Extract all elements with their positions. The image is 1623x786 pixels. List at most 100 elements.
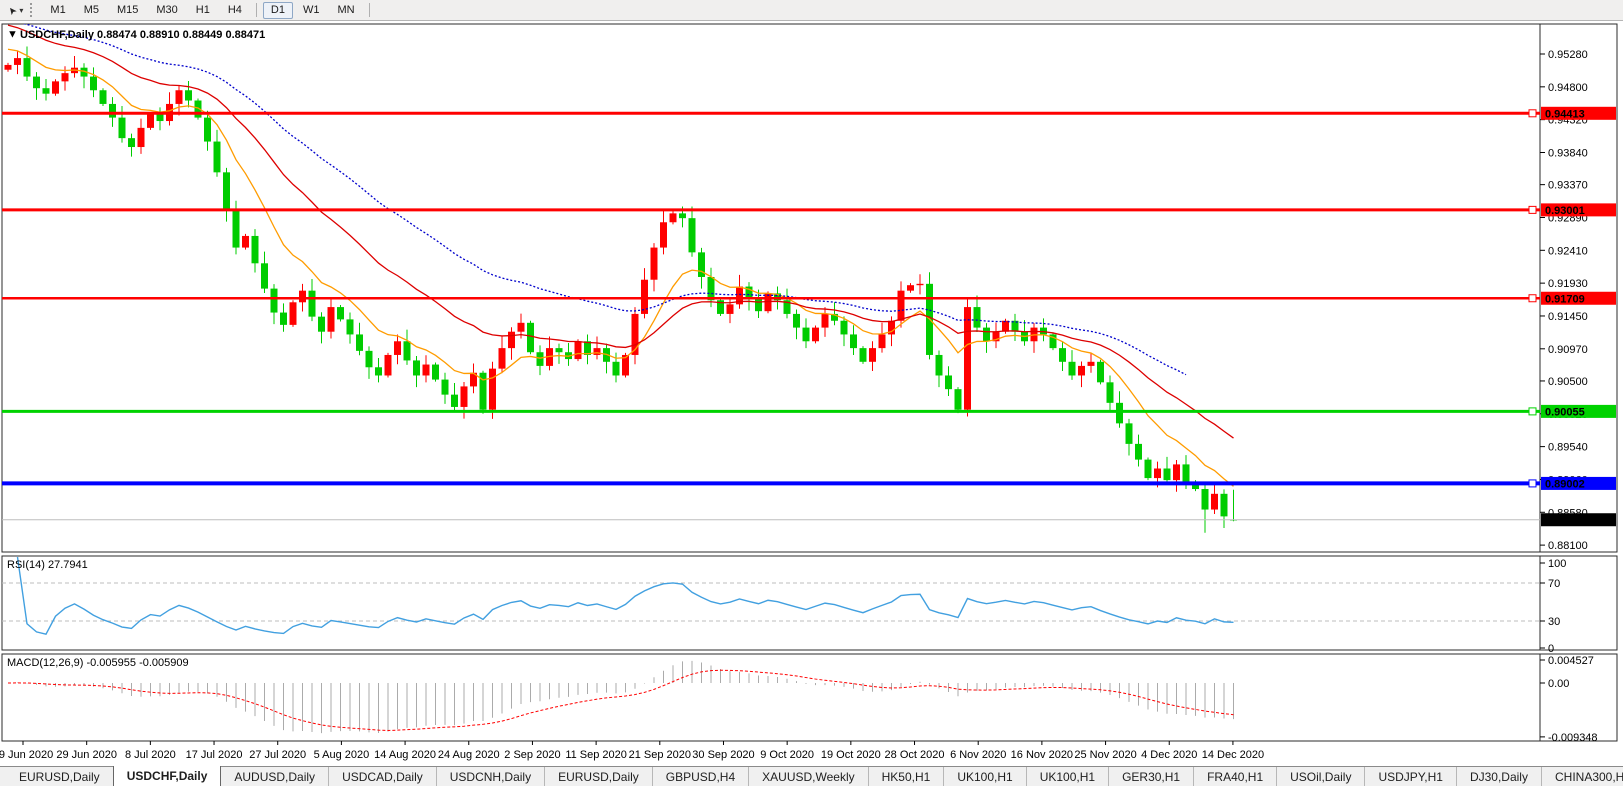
date-tick: 2 Sep 2020 — [504, 749, 560, 761]
macd-tick: 0.004527 — [1548, 655, 1594, 667]
ma-medium-red — [8, 25, 1234, 438]
ma-fast-orange — [8, 49, 1234, 486]
tab-usdcnh-daily[interactable]: USDCNH,Daily — [436, 767, 544, 786]
price-tick: 0.88100 — [1548, 540, 1588, 552]
tab-ger30-h1[interactable]: GER30,H1 — [1108, 767, 1193, 786]
price-tick: 0.94800 — [1548, 82, 1588, 94]
price-tick: 0.89540 — [1548, 442, 1588, 454]
hline-handle[interactable] — [1529, 110, 1536, 117]
rsi-tick: 100 — [1548, 558, 1566, 570]
rsi-tick: 70 — [1548, 578, 1560, 590]
price-tick: 0.90970 — [1548, 344, 1588, 356]
tab-hk50-h1[interactable]: HK50,H1 — [868, 767, 944, 786]
macd-tick: -0.009348 — [1548, 732, 1598, 744]
tab-uk100-h1[interactable]: UK100,H1 — [943, 767, 1025, 786]
hline-price-label: 0.89002 — [1545, 478, 1585, 490]
hline-handle[interactable] — [1529, 295, 1536, 302]
rsi-tick: 0 — [1548, 643, 1554, 655]
symbol-tab-bar: EURUSD,DailyUSDCHF,DailyAUDUSD,DailyUSDC… — [0, 766, 1623, 786]
mt4-window: ➤ ▾ M1M5M15M30H1H4 D1W1MN 0.95280 0.94800 0… — [0, 0, 1623, 786]
price-tick: 0.93370 — [1548, 180, 1588, 192]
main-price-pane[interactable] — [2, 21, 1540, 533]
date-tick: 14 Aug 2020 — [374, 749, 436, 761]
candlesticks — [5, 46, 1238, 532]
timeframe-button-mn[interactable]: MN — [329, 2, 362, 19]
tab-usdcad-daily[interactable]: USDCAD,Daily — [328, 767, 436, 786]
macd-signal-line — [8, 670, 1234, 730]
timeframe-button-m15[interactable]: M15 — [109, 2, 146, 19]
timeframe-button-m1[interactable]: M1 — [42, 2, 73, 19]
collapse-icon[interactable]: ▼ — [7, 29, 18, 41]
rsi-pane[interactable]: 100 70 30 0 — [2, 557, 1566, 655]
symbol-tabs: EURUSD,DailyUSDCHF,DailyAUDUSD,DailyUSDC… — [6, 767, 1623, 786]
price-tick: 0.91450 — [1548, 311, 1588, 323]
tab-gbpusd-h4[interactable]: GBPUSD,H4 — [652, 767, 748, 786]
pane-frames — [2, 24, 1617, 741]
date-tick: 16 Nov 2020 — [1011, 749, 1073, 761]
date-tick: 29 Jun 2020 — [56, 749, 117, 761]
hline-handle[interactable] — [1529, 206, 1536, 213]
date-axis[interactable]: 19 Jun 202029 Jun 20208 Jul 202017 Jul 2… — [0, 741, 1264, 761]
date-tick: 4 Dec 2020 — [1141, 749, 1197, 761]
date-tick: 9 Oct 2020 — [760, 749, 814, 761]
tab-eurusd-daily[interactable]: EURUSD,Daily — [6, 767, 113, 786]
timeframe-buttons: M1M5M15M30H1H4 D1W1MN — [41, 0, 374, 21]
tab-uk100-h1[interactable]: UK100,H1 — [1026, 767, 1108, 786]
tab-usdjpy-h1[interactable]: USDJPY,H1 — [1364, 767, 1455, 786]
date-tick: 28 Oct 2020 — [885, 749, 945, 761]
price-tick: 0.90500 — [1548, 376, 1588, 388]
tab-eurusd-daily[interactable]: EURUSD,Daily — [544, 767, 652, 786]
current-price-label: 0.88471 — [1545, 515, 1585, 527]
ma-slow-blue — [8, 21, 1186, 375]
timeframe-button-d1[interactable]: D1 — [263, 2, 293, 19]
tab-dj30-daily[interactable]: DJ30,Daily — [1456, 767, 1541, 786]
tab-usoil-daily[interactable]: USOil,Daily — [1276, 767, 1364, 786]
timeframe-button-m30[interactable]: M30 — [148, 2, 185, 19]
rsi-line — [18, 557, 1234, 634]
timeframe-button-h1[interactable]: H1 — [188, 2, 218, 19]
date-tick: 14 Dec 2020 — [1202, 749, 1264, 761]
date-tick: 21 Sep 2020 — [629, 749, 691, 761]
chart-title: USDCHF,Daily 0.88474 0.88910 0.88449 0.8… — [20, 29, 265, 41]
timeframe-button-w1[interactable]: W1 — [295, 2, 328, 19]
tab-xauusd-weekly[interactable]: XAUUSD,Weekly — [748, 767, 867, 786]
hline-price-label: 0.91709 — [1545, 293, 1585, 305]
date-tick: 19 Oct 2020 — [821, 749, 881, 761]
date-tick: 24 Aug 2020 — [438, 749, 500, 761]
rsi-tick: 30 — [1548, 616, 1560, 628]
macd-tick: 0.00 — [1548, 678, 1569, 690]
date-tick: 19 Jun 2020 — [0, 749, 53, 761]
hline-handle[interactable] — [1529, 480, 1536, 487]
tab-usdchf-daily[interactable]: USDCHF,Daily — [113, 766, 222, 786]
hline-price-label: 0.93001 — [1545, 205, 1585, 217]
tab-fra40-h1[interactable]: FRA40,H1 — [1193, 767, 1276, 786]
toolbar-separator — [256, 3, 257, 17]
macd-pane[interactable]: 0.004527 0.00 -0.009348 — [8, 655, 1598, 744]
hline-price-label: 0.90055 — [1545, 406, 1585, 418]
price-tick: 0.91930 — [1548, 278, 1588, 290]
price-tick: 0.95280 — [1548, 49, 1588, 61]
date-tick: 6 Nov 2020 — [950, 749, 1006, 761]
date-tick: 27 Jul 2020 — [249, 749, 306, 761]
price-tick: 0.93840 — [1548, 147, 1588, 159]
rsi-label: RSI(14) 27.7941 — [7, 559, 88, 571]
date-tick: 17 Jul 2020 — [186, 749, 243, 761]
toolbar-grip-handle[interactable] — [30, 3, 35, 17]
date-tick: 5 Aug 2020 — [314, 749, 370, 761]
tab-audusd-daily[interactable]: AUDUSD,Daily — [221, 767, 328, 786]
date-tick: 11 Sep 2020 — [565, 749, 627, 761]
macd-label: MACD(12,26,9) -0.005955 -0.005909 — [7, 657, 189, 669]
timeframe-button-h4[interactable]: H4 — [220, 2, 250, 19]
cursor-icon: ➤ — [7, 4, 20, 17]
hline-handle[interactable] — [1529, 408, 1536, 415]
toolbar-separator — [369, 3, 370, 17]
cursor-tool-button[interactable]: ➤ ▾ — [5, 2, 27, 19]
hline-price-label: 0.94413 — [1545, 108, 1585, 120]
tab-china300-h1[interactable]: CHINA300,H1 — [1541, 767, 1623, 786]
date-tick: 30 Sep 2020 — [692, 749, 754, 761]
timeframe-button-m5[interactable]: M5 — [76, 2, 107, 19]
date-tick: 25 Nov 2020 — [1074, 749, 1136, 761]
macd-histogram — [8, 661, 1234, 733]
chart-area[interactable]: 0.952800.948000.943200.938400.933700.928… — [0, 21, 1623, 766]
timeframe-toolbar: ➤ ▾ M1M5M15M30H1H4 D1W1MN — [0, 0, 1623, 21]
